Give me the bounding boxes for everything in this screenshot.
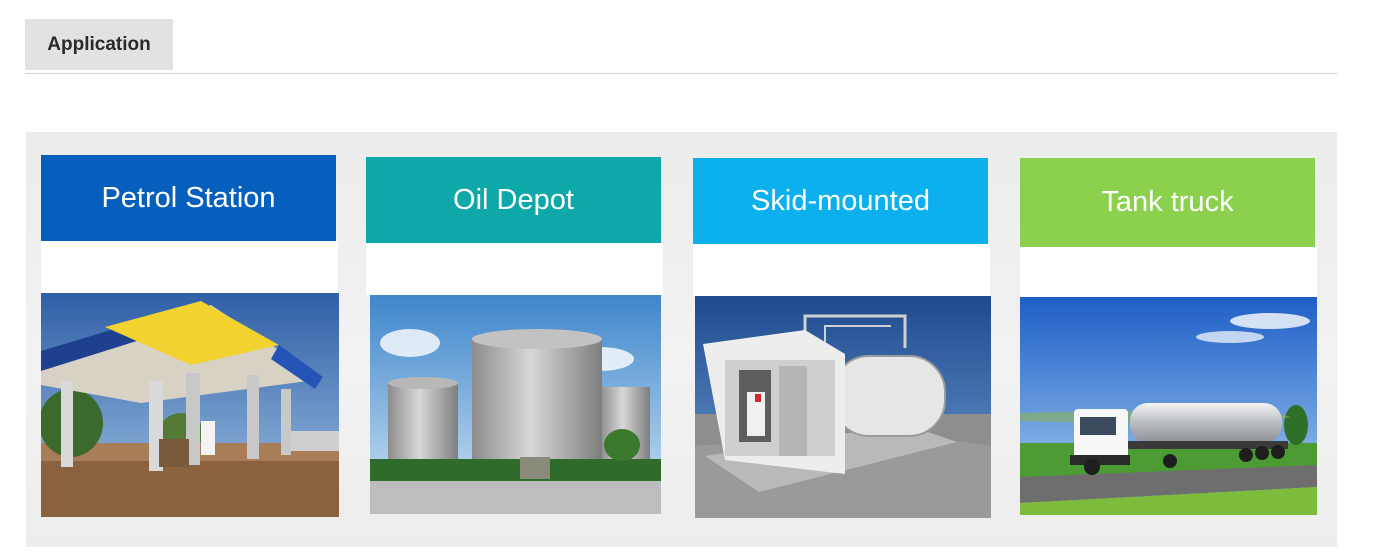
skid-mounted-banner: Skid-mounted (693, 158, 988, 244)
oil-depot-label: Oil Depot (453, 183, 574, 216)
petrol-station-label: Petrol Station (101, 181, 276, 214)
tank-truck-photo (1020, 297, 1317, 515)
application-card-petrol-station[interactable]: Petrol Station (41, 155, 339, 517)
tab-application[interactable]: Application (25, 19, 173, 70)
card-spacer (693, 244, 990, 296)
skid-mounted-station-photo (695, 296, 991, 518)
tab-underline (25, 73, 1337, 74)
application-card-skid-mounted[interactable]: Skid-mounted (693, 158, 991, 518)
oil-depot-banner: Oil Depot (366, 157, 661, 243)
application-card-oil-depot[interactable]: Oil Depot (366, 157, 664, 514)
oil-depot-photo (370, 295, 661, 514)
card-spacer (41, 241, 338, 293)
petrol-station-photo (41, 293, 339, 517)
application-card-tank-truck[interactable]: Tank truck (1020, 158, 1318, 515)
card-spacer (366, 243, 663, 295)
tank-truck-label: Tank truck (1101, 186, 1234, 218)
tank-truck-banner: Tank truck (1020, 158, 1315, 247)
card-spacer (1020, 247, 1317, 297)
skid-mounted-label: Skid-mounted (751, 184, 930, 217)
petrol-station-banner: Petrol Station (41, 155, 336, 241)
